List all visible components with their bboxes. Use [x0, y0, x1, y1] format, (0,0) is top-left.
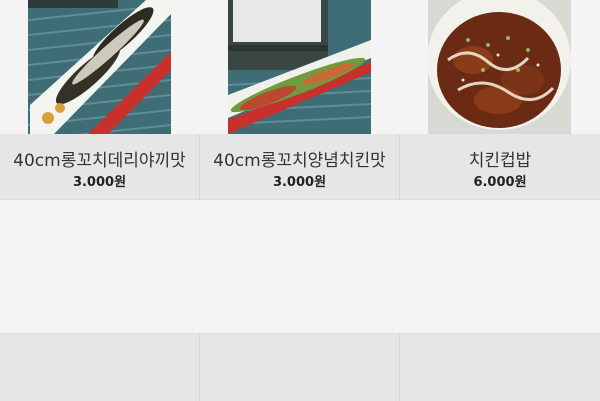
product-card-teriyaki[interactable]: 40cm롱꼬치데리야끼맛 3.000원 — [0, 0, 200, 200]
product-price: 3.000원 — [272, 175, 327, 190]
product-photo-cupbap[interactable] — [428, 0, 571, 134]
product-photo-teriyaki[interactable] — [28, 0, 171, 134]
product-info-spicy: 40cm롱꼬치양념치킨맛 3.000원 — [200, 134, 399, 200]
product-name: 40cm롱꼬치데리야끼맛 — [13, 151, 186, 171]
product-card-cupbap[interactable]: 치킨컵밥 6.000원 — [400, 0, 600, 200]
product-info-cupbap: 치킨컵밥 6.000원 — [400, 134, 600, 200]
product-card-placeholder — [200, 333, 400, 401]
product-grid: 40cm롱꼬치데리야끼맛 3.000원 40cm롱꼬치양념치킨맛 3.000원 … — [0, 0, 600, 200]
product-name: 40cm롱꼬치양념치킨맛 — [213, 151, 386, 171]
product-photo-spicy[interactable] — [228, 0, 371, 134]
next-row-partial — [0, 333, 600, 401]
product-info-teriyaki: 40cm롱꼬치데리야끼맛 3.000원 — [0, 134, 199, 200]
product-name: 치킨컵밥 — [468, 151, 532, 171]
product-card-placeholder — [400, 333, 600, 401]
product-card-placeholder — [0, 333, 200, 401]
product-price: 6.000원 — [473, 175, 527, 190]
product-price: 3.000원 — [72, 175, 127, 190]
product-card-spicy[interactable]: 40cm롱꼬치양념치킨맛 3.000원 — [200, 0, 400, 200]
